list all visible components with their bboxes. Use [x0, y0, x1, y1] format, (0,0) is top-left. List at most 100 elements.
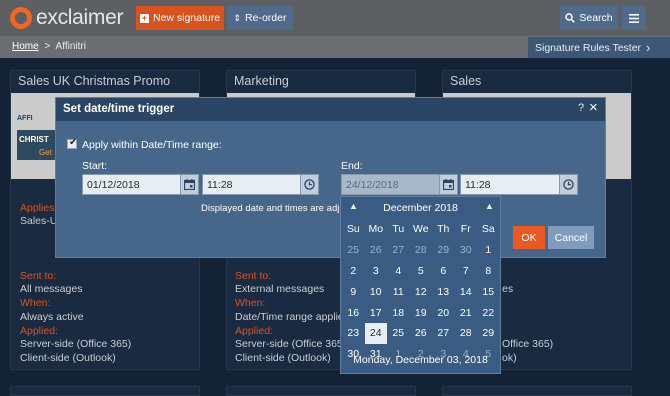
day-cell[interactable]: 1	[477, 240, 500, 261]
chevron-right-icon: ›	[646, 40, 651, 55]
day-cell[interactable]: 29	[477, 323, 500, 344]
selected-day-cell[interactable]: 24	[364, 322, 387, 344]
search-button[interactable]: Search	[560, 6, 618, 30]
new-signature-label: New signature	[152, 12, 221, 24]
reorder-button[interactable]: ⇕ Re-order	[227, 6, 293, 30]
sent-to-value: External messages	[235, 283, 325, 295]
day-cell[interactable]: 25	[342, 240, 365, 261]
checkmark-icon: ✔	[69, 137, 78, 148]
plus-icon: +	[139, 12, 149, 23]
day-cell[interactable]: 17	[365, 302, 388, 323]
day-cell[interactable]: 19	[410, 302, 433, 323]
date-time-trigger-dialog: Set date/time trigger ? × ✔ Apply within…	[55, 97, 606, 258]
signature-card-edge	[442, 386, 632, 396]
end-date-input[interactable]: 24/12/2018	[341, 174, 440, 195]
breadcrumb-current: Affinitri	[55, 41, 86, 52]
day-cell[interactable]: 29	[432, 240, 455, 261]
day-cell[interactable]: 30	[455, 240, 478, 261]
weekday-header: Mo	[368, 223, 384, 236]
day-cell[interactable]: 27	[432, 323, 455, 344]
day-cell[interactable]: 15	[477, 281, 500, 302]
partial-value: es	[502, 283, 514, 295]
dialog-title: Set date/time trigger	[63, 103, 175, 115]
close-icon[interactable]: ×	[589, 99, 598, 116]
applied-value: Client-side (Outlook)	[20, 352, 116, 364]
card-title: Sales	[450, 74, 482, 88]
sent-to-label: Sent to:	[20, 270, 57, 282]
day-cell[interactable]: 22	[477, 302, 500, 323]
when-label: When:	[235, 297, 266, 309]
day-cell[interactable]: 2	[342, 261, 365, 282]
day-cell[interactable]: 13	[432, 281, 455, 302]
datepicker-dropdown: ▲ December 2018 ▲ Su Mo Tu We Th Fr Sa 25 26 27 28…	[340, 196, 501, 374]
cancel-button[interactable]: Cancel	[548, 226, 594, 249]
day-cell[interactable]: 16	[342, 302, 365, 323]
applied-label: Applied:	[235, 325, 273, 337]
breadcrumb: Home > Affinitri	[12, 41, 86, 52]
datepicker-today-footer[interactable]: Monday, December 03, 2018	[341, 354, 500, 366]
search-icon	[565, 13, 576, 23]
ok-button[interactable]: OK	[513, 226, 545, 249]
new-signature-button[interactable]: + New signature	[136, 6, 224, 30]
weekday-header: Th	[437, 223, 450, 236]
breadcrumb-separator: >	[44, 41, 51, 52]
datepicker-header: ▲ December 2018 ▲	[341, 201, 500, 215]
day-cell[interactable]: 5	[410, 261, 433, 282]
signature-rules-tester-button[interactable]: Signature Rules Tester ›	[528, 37, 670, 58]
sent-to-label: Sent to:	[235, 270, 272, 282]
weekday-header: Fr	[460, 223, 471, 236]
end-label: End:	[341, 160, 363, 172]
start-date-input[interactable]: 01/12/2018	[82, 174, 181, 195]
day-cell[interactable]: 26	[410, 323, 433, 344]
calendar-icon	[443, 179, 454, 190]
help-icon[interactable]: ?	[578, 102, 584, 114]
end-time-button[interactable]	[559, 174, 578, 195]
day-cell[interactable]: 8	[477, 261, 500, 282]
menu-button[interactable]	[622, 6, 646, 30]
sent-to-value: All messages	[20, 283, 83, 295]
dialog-header: Set date/time trigger ? ×	[56, 98, 605, 121]
signature-card-edge	[226, 386, 416, 396]
day-cell[interactable]: 26	[365, 240, 388, 261]
day-cell[interactable]: 6	[432, 261, 455, 282]
reorder-label: Re-order	[245, 12, 287, 24]
end-calendar-button[interactable]	[439, 174, 458, 195]
day-cell[interactable]: 7	[455, 261, 478, 282]
start-time-button[interactable]	[300, 174, 319, 195]
start-calendar-button[interactable]	[180, 174, 199, 195]
end-time-input[interactable]: 11:28	[460, 174, 560, 195]
rules-tester-label: Signature Rules Tester	[535, 41, 642, 54]
clock-icon	[563, 179, 574, 190]
day-cell[interactable]: 25	[387, 323, 410, 344]
day-cell[interactable]: 11	[387, 281, 410, 302]
date-range-checkbox[interactable]: ✔	[67, 137, 78, 149]
day-cell[interactable]: 28	[455, 323, 478, 344]
logo-ring-icon	[10, 7, 32, 29]
applied-label: Applied:	[20, 325, 58, 337]
day-cell[interactable]: 3	[365, 261, 388, 282]
calendar-icon	[184, 179, 195, 190]
applied-value: Server-side (Office 365)	[20, 338, 132, 350]
day-cell[interactable]: 4	[387, 261, 410, 282]
signature-card-edge	[10, 386, 200, 396]
partial-value: Office 365)	[502, 338, 554, 350]
day-cell[interactable]: 27	[387, 240, 410, 261]
applied-value: Server-side (Office 365)	[235, 338, 347, 350]
datepicker-month[interactable]: December 2018	[341, 202, 500, 214]
day-cell[interactable]: 10	[365, 281, 388, 302]
start-time-input[interactable]: 11:28	[202, 174, 301, 195]
day-cell[interactable]: 12	[410, 281, 433, 302]
day-cell[interactable]: 28	[410, 240, 433, 261]
exclaimer-logo[interactable]: exclaimer	[10, 6, 123, 30]
day-cell[interactable]: 21	[455, 302, 478, 323]
next-month-icon[interactable]: ▲	[485, 201, 494, 211]
day-cell[interactable]: 14	[455, 281, 478, 302]
weekday-header: Tu	[392, 223, 405, 236]
partial-value: ok)	[502, 352, 517, 364]
day-cell[interactable]: 23	[342, 323, 365, 344]
clock-icon	[304, 179, 315, 190]
day-cell[interactable]: 9	[342, 281, 365, 302]
day-cell[interactable]: 18	[387, 302, 410, 323]
breadcrumb-home-link[interactable]: Home	[12, 41, 39, 52]
day-cell[interactable]: 20	[432, 302, 455, 323]
